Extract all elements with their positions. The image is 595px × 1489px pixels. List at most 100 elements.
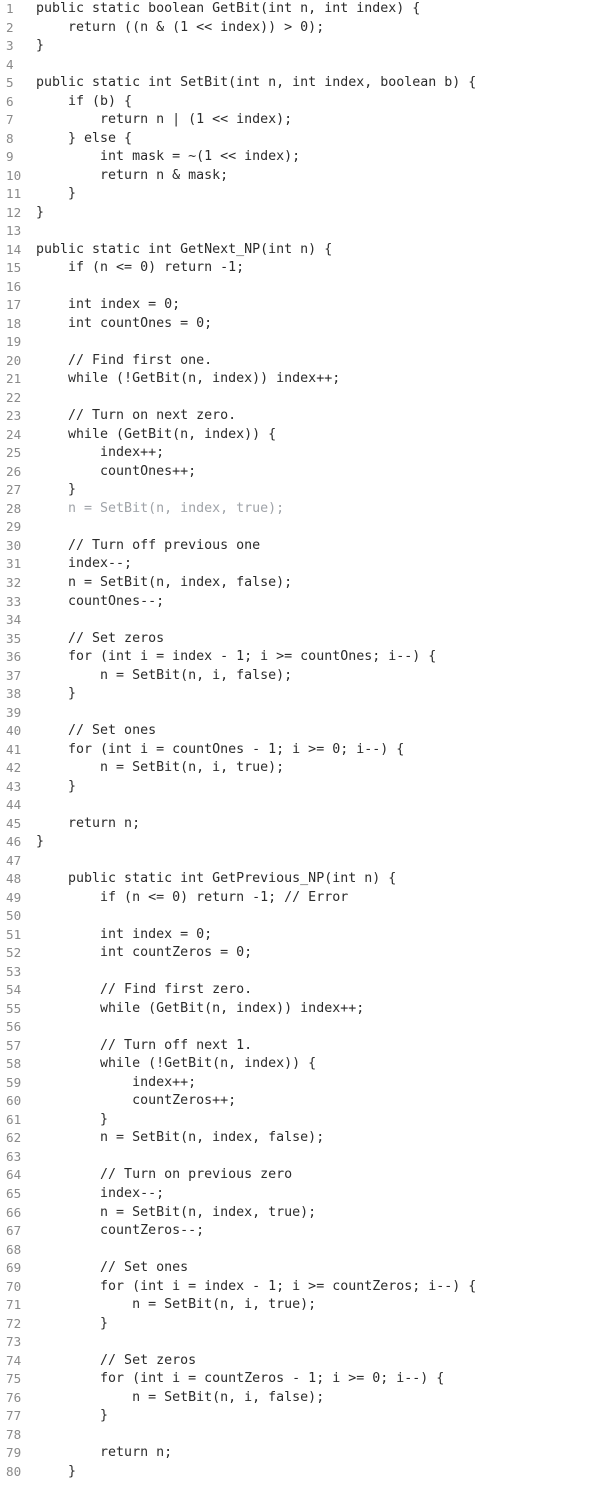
line-code: // Find first zero. — [36, 982, 253, 998]
line-number: 33 — [6, 593, 22, 609]
line-number: 39 — [6, 704, 22, 720]
line-code: } — [36, 186, 77, 202]
line-number: 31 — [6, 556, 22, 572]
line-code: // Set ones — [36, 1260, 189, 1276]
line-code: countOnes++; — [36, 463, 197, 479]
line-code: if (n <= 0) return -1; // Error — [36, 889, 349, 905]
line-number: 32 — [6, 574, 22, 590]
line-number: 19 — [6, 334, 22, 350]
line-number: 74 — [6, 1352, 22, 1368]
line-number: 50 — [6, 908, 22, 924]
line-number: 4 — [6, 56, 14, 72]
line-number: 54 — [6, 982, 22, 998]
line-code: n = SetBit(n, i, true); — [36, 760, 285, 776]
line-code: // Turn off previous one — [36, 537, 261, 553]
line-number: 57 — [6, 1037, 22, 1053]
line-number: 76 — [6, 1389, 22, 1405]
line-code: return n; — [36, 815, 141, 831]
line-number: 5 — [6, 75, 14, 91]
line-code: while (GetBit(n, index)) { — [36, 426, 277, 442]
line-code: return n; — [36, 1445, 173, 1461]
line-number: 51 — [6, 926, 22, 942]
line-code: index++; — [36, 1074, 197, 1090]
line-code: } else { — [36, 130, 133, 146]
line-number: 6 — [6, 93, 14, 109]
line-code: index--; — [36, 1186, 165, 1201]
line-code: n = SetBit(n, index, true); — [36, 1204, 317, 1220]
line-code: return n | (1 << index); — [36, 112, 293, 128]
line-code: index--; — [36, 556, 133, 572]
line-number: 63 — [6, 1148, 22, 1164]
line-code: if (n <= 0) return -1; — [36, 260, 245, 276]
line-number: 58 — [6, 1056, 22, 1072]
line-number: 75 — [6, 1371, 22, 1387]
line-number: 65 — [6, 1186, 22, 1201]
line-number: 45 — [6, 815, 22, 831]
line-number: 68 — [6, 1241, 22, 1257]
line-number: 25 — [6, 445, 22, 461]
code-listing: 1 public static boolean GetBit(int n, int… — [0, 0, 595, 1489]
line-code: return ((n & (1 << index)) > 0); — [36, 19, 325, 35]
line-number: 52 — [6, 945, 22, 961]
line-code: } — [36, 686, 77, 702]
line-number: 3 — [6, 38, 14, 54]
line-code: countOnes--; — [36, 593, 165, 609]
line-number: 26 — [6, 463, 22, 479]
line-number: 72 — [6, 1315, 22, 1331]
line-code: countZeros--; — [36, 1223, 205, 1239]
line-number: 44 — [6, 797, 22, 813]
line-number: 55 — [6, 1000, 22, 1016]
line-number: 47 — [6, 852, 22, 868]
line-number: 78 — [6, 1426, 22, 1442]
line-code: // Turn on previous zero — [36, 1167, 293, 1183]
line-number: 40 — [6, 723, 22, 739]
line-number: 21 — [6, 371, 22, 387]
line-number: 17 — [6, 297, 22, 313]
line-number: 70 — [6, 1278, 22, 1294]
line-code: int countZeros = 0; — [36, 945, 253, 961]
line-number: 48 — [6, 871, 22, 887]
line-number: 56 — [6, 1019, 22, 1035]
line-number: 28 — [6, 500, 22, 516]
line-number: 38 — [6, 686, 22, 702]
line-code: public static boolean GetBit(int n, int … — [36, 1, 421, 16]
line-code: } — [36, 1111, 109, 1127]
line-number: 13 — [6, 223, 22, 239]
line-code: } — [36, 482, 77, 498]
line-code: countZeros++; — [36, 1093, 237, 1109]
line-number: 59 — [6, 1074, 22, 1090]
line-code: n = SetBit(n, i, true); — [36, 1297, 317, 1313]
line-number: 60 — [6, 1093, 22, 1109]
line-number: 80 — [6, 1463, 22, 1479]
line-code: // Turn off next 1. — [36, 1037, 253, 1053]
line-number: 2 — [6, 19, 14, 35]
line-number: 27 — [6, 482, 22, 498]
line-number: 16 — [6, 278, 22, 294]
line-number: 53 — [6, 963, 22, 979]
line-code: for (int i = countOnes - 1; i >= 0; i--)… — [36, 741, 405, 757]
line-number: 64 — [6, 1167, 22, 1183]
line-code: while (GetBit(n, index)) index++; — [36, 1000, 365, 1016]
line-code: int index = 0; — [36, 926, 213, 942]
line-code: int mask = ~(1 << index); — [36, 149, 301, 165]
line-number: 22 — [6, 389, 22, 405]
line-code: return n & mask; — [36, 167, 229, 183]
line-number: 69 — [6, 1260, 22, 1276]
line-number: 36 — [6, 649, 22, 665]
line-code: n = SetBit(n, index, true); — [36, 500, 285, 516]
line-code: // Set zeros — [36, 630, 165, 646]
line-number: 43 — [6, 778, 22, 794]
line-code: n = SetBit(n, index, false); — [36, 574, 293, 590]
line-code: // Set zeros — [36, 1352, 197, 1368]
line-number: 77 — [6, 1408, 22, 1424]
line-code: if (b) { — [36, 93, 133, 109]
line-code: } — [36, 1408, 109, 1424]
line-code: n = SetBit(n, i, false); — [36, 667, 293, 683]
line-code: } — [36, 204, 45, 220]
line-number: 42 — [6, 760, 22, 776]
line-code: for (int i = index - 1; i >= countZeros;… — [36, 1278, 477, 1294]
line-number: 73 — [6, 1334, 22, 1350]
line-number: 29 — [6, 519, 22, 535]
line-number: 71 — [6, 1297, 22, 1313]
line-number: 30 — [6, 537, 22, 553]
